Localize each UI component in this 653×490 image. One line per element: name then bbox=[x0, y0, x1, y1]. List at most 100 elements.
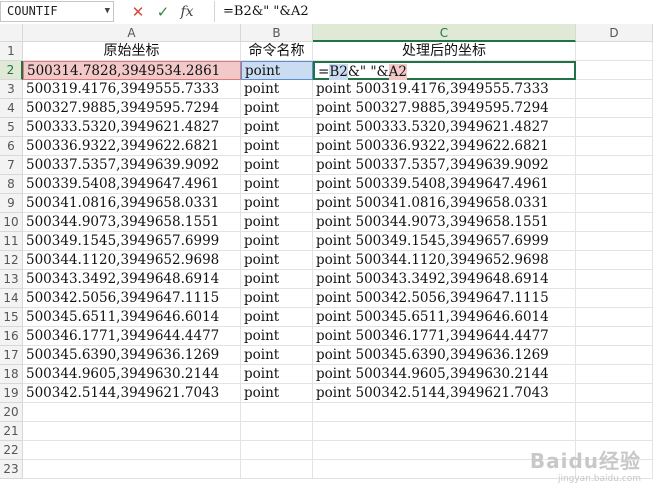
chevron-down-icon[interactable]: ▼ bbox=[105, 2, 110, 21]
cell[interactable] bbox=[576, 61, 653, 80]
data-cell[interactable]: point bbox=[241, 61, 313, 80]
data-cell[interactable]: point bbox=[241, 99, 313, 118]
row-header[interactable]: 12 bbox=[0, 251, 23, 270]
data-cell[interactable]: 500344.1120,3949652.9698 bbox=[23, 251, 241, 270]
data-cell[interactable]: point 500339.5408,3949647.4961 bbox=[313, 175, 576, 194]
data-cell[interactable]: point bbox=[241, 194, 313, 213]
row-header[interactable]: 6 bbox=[0, 137, 23, 156]
column-header-a[interactable]: A bbox=[23, 24, 241, 42]
row-header[interactable]: 22 bbox=[0, 441, 23, 460]
data-cell[interactable]: 500344.9073,3949658.1551 bbox=[23, 213, 241, 232]
cell[interactable] bbox=[576, 156, 653, 175]
row-header[interactable]: 8 bbox=[0, 175, 23, 194]
data-cell[interactable]: 500349.1545,3949657.6999 bbox=[23, 232, 241, 251]
column-header-c[interactable]: C bbox=[313, 24, 576, 42]
cell[interactable] bbox=[576, 384, 653, 403]
row-header[interactable]: 16 bbox=[0, 327, 23, 346]
cell[interactable] bbox=[576, 118, 653, 137]
data-cell[interactable]: point bbox=[241, 156, 313, 175]
header-cell[interactable]: 命令名称 bbox=[241, 42, 313, 61]
data-cell[interactable]: point 500344.1120,3949652.9698 bbox=[313, 251, 576, 270]
cell[interactable] bbox=[576, 251, 653, 270]
data-cell[interactable]: 500339.5408,3949647.4961 bbox=[23, 175, 241, 194]
cell[interactable] bbox=[576, 194, 653, 213]
data-cell[interactable]: point 500344.9605,3949630.2144 bbox=[313, 365, 576, 384]
cell[interactable] bbox=[576, 289, 653, 308]
data-cell[interactable]: point bbox=[241, 308, 313, 327]
cell[interactable] bbox=[576, 403, 653, 422]
data-cell[interactable]: point 500344.9073,3949658.1551 bbox=[313, 213, 576, 232]
header-cell[interactable]: 原始坐标 bbox=[23, 42, 241, 61]
data-cell[interactable]: point 500333.5320,3949621.4827 bbox=[313, 118, 576, 137]
function-icon[interactable]: fx bbox=[178, 2, 196, 22]
cell[interactable] bbox=[576, 42, 653, 61]
data-cell[interactable]: point bbox=[241, 289, 313, 308]
cell[interactable] bbox=[576, 270, 653, 289]
row-header[interactable]: 7 bbox=[0, 156, 23, 175]
row-header[interactable]: 2 bbox=[0, 61, 23, 80]
cell[interactable] bbox=[576, 232, 653, 251]
header-cell[interactable]: 处理后的坐标 bbox=[313, 42, 576, 61]
row-header[interactable]: 19 bbox=[0, 384, 23, 403]
row-header[interactable]: 5 bbox=[0, 118, 23, 137]
data-cell[interactable]: point bbox=[241, 80, 313, 99]
data-cell[interactable]: point 500343.3492,3949648.6914 bbox=[313, 270, 576, 289]
data-cell[interactable]: point 500349.1545,3949657.6999 bbox=[313, 232, 576, 251]
cell[interactable] bbox=[576, 99, 653, 118]
cell[interactable] bbox=[23, 460, 241, 479]
cell[interactable] bbox=[313, 403, 576, 422]
row-header[interactable]: 18 bbox=[0, 365, 23, 384]
data-cell[interactable]: 500333.5320,3949621.4827 bbox=[23, 118, 241, 137]
data-cell[interactable]: point 500345.6390,3949636.1269 bbox=[313, 346, 576, 365]
data-cell[interactable]: point 500346.1771,3949644.4477 bbox=[313, 327, 576, 346]
data-cell[interactable]: 500345.6511,3949646.6014 bbox=[23, 308, 241, 327]
data-cell[interactable]: point bbox=[241, 384, 313, 403]
data-cell[interactable]: point 500341.0816,3949658.0331 bbox=[313, 194, 576, 213]
cell[interactable] bbox=[576, 346, 653, 365]
cell[interactable] bbox=[576, 213, 653, 232]
data-cell[interactable]: point 500342.5056,3949647.1115 bbox=[313, 289, 576, 308]
data-cell[interactable]: 500337.5357,3949639.9092 bbox=[23, 156, 241, 175]
row-header[interactable]: 13 bbox=[0, 270, 23, 289]
data-cell[interactable]: 500344.9605,3949630.2144 bbox=[23, 365, 241, 384]
formula-input[interactable]: =B2&" "&A2 bbox=[214, 1, 653, 22]
data-cell[interactable]: point bbox=[241, 232, 313, 251]
data-cell[interactable]: point 500337.5357,3949639.9092 bbox=[313, 156, 576, 175]
data-cell[interactable]: 500342.5056,3949647.1115 bbox=[23, 289, 241, 308]
data-cell[interactable]: point bbox=[241, 365, 313, 384]
cell[interactable] bbox=[241, 422, 313, 441]
column-header-d[interactable]: D bbox=[576, 24, 653, 42]
row-header[interactable]: 17 bbox=[0, 346, 23, 365]
row-header[interactable]: 21 bbox=[0, 422, 23, 441]
data-cell[interactable]: point bbox=[241, 251, 313, 270]
cell[interactable] bbox=[576, 137, 653, 156]
cell[interactable] bbox=[23, 403, 241, 422]
data-cell[interactable]: point bbox=[241, 118, 313, 137]
row-header[interactable]: 1 bbox=[0, 42, 23, 61]
data-cell[interactable]: 500346.1771,3949644.4477 bbox=[23, 327, 241, 346]
select-all-corner[interactable] bbox=[0, 24, 23, 42]
data-cell[interactable]: point 500319.4176,3949555.7333 bbox=[313, 80, 576, 99]
cell[interactable] bbox=[576, 175, 653, 194]
cell[interactable] bbox=[241, 403, 313, 422]
active-cell-editor[interactable]: =B2&" "&A2 bbox=[313, 61, 576, 80]
data-cell[interactable]: point bbox=[241, 213, 313, 232]
data-cell[interactable]: 500336.9322,3949622.6821 bbox=[23, 137, 241, 156]
enter-icon[interactable]: ✓ bbox=[154, 2, 172, 22]
data-cell[interactable]: point 500336.9322,3949622.6821 bbox=[313, 137, 576, 156]
data-cell[interactable]: 500343.3492,3949648.6914 bbox=[23, 270, 241, 289]
data-cell[interactable]: 500314.7828,3949534.2861 bbox=[23, 61, 241, 80]
row-header[interactable]: 9 bbox=[0, 194, 23, 213]
cell[interactable] bbox=[576, 365, 653, 384]
cell[interactable] bbox=[313, 422, 576, 441]
row-header[interactable]: 4 bbox=[0, 99, 23, 118]
cell[interactable] bbox=[576, 80, 653, 99]
data-cell[interactable]: 500342.5144,3949621.7043 bbox=[23, 384, 241, 403]
row-header[interactable]: 3 bbox=[0, 80, 23, 99]
cell[interactable] bbox=[576, 308, 653, 327]
data-cell[interactable]: 500319.4176,3949555.7333 bbox=[23, 80, 241, 99]
row-header[interactable]: 20 bbox=[0, 403, 23, 422]
data-cell[interactable]: point 500342.5144,3949621.7043 bbox=[313, 384, 576, 403]
cell[interactable] bbox=[23, 422, 241, 441]
data-cell[interactable]: point 500327.9885,3949595.7294 bbox=[313, 99, 576, 118]
